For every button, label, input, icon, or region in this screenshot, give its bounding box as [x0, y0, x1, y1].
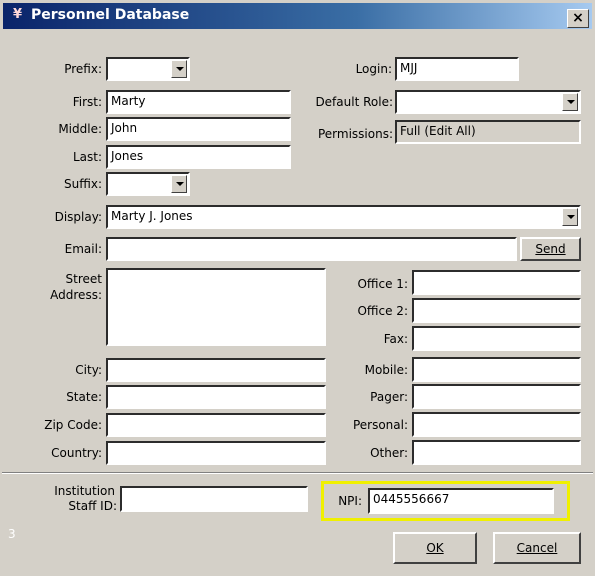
login-field[interactable]: MJJ [395, 57, 519, 81]
last-label: Last: [72, 150, 102, 164]
first-name-field[interactable]: Marty [106, 90, 291, 114]
display-value: Marty J. Jones [111, 209, 193, 223]
zip-label: Zip Code: [44, 418, 102, 432]
state-field[interactable] [106, 385, 326, 409]
display-dropdown-icon[interactable] [562, 208, 578, 226]
login-label: Login: [355, 62, 392, 76]
institution-label-line1: Institution [54, 484, 115, 498]
country-label: Country: [51, 446, 102, 460]
pager-field[interactable] [412, 384, 581, 409]
display-name-select[interactable]: Marty J. Jones [106, 205, 581, 229]
street-label-line1: Street [65, 272, 102, 286]
email-field[interactable] [106, 237, 517, 261]
ok-button[interactable]: OK [393, 532, 477, 564]
fax-field[interactable] [412, 326, 581, 351]
default-role-label: Default Role: [315, 95, 393, 109]
street-label-line2: Address: [50, 288, 102, 302]
record-index: 3 [8, 527, 16, 541]
state-label: State: [66, 390, 102, 404]
permissions-label: Permissions: [317, 127, 393, 141]
ok-label: OK [426, 541, 444, 555]
staff-id-field[interactable] [120, 486, 308, 512]
cancel-button[interactable]: Cancel [493, 532, 581, 564]
close-button[interactable]: × [567, 9, 589, 28]
form-area: Prefix: First: Marty Middle: John Last: … [0, 32, 595, 576]
title-bar[interactable]: ¥ Personnel Database × [3, 3, 592, 29]
permissions-field: Full (Edit All) [395, 120, 581, 144]
suffix-dropdown-icon[interactable] [171, 175, 187, 193]
office1-field[interactable] [412, 270, 581, 295]
personnel-dialog: ¥ Personnel Database × Prefix: First: Ma… [0, 0, 595, 576]
city-label: City: [75, 363, 102, 377]
other-field[interactable] [412, 440, 581, 465]
prefix-select[interactable] [106, 57, 190, 81]
middle-name-field[interactable]: John [106, 117, 291, 141]
prefix-dropdown-icon[interactable] [171, 60, 187, 78]
suffix-label: Suffix: [64, 177, 102, 191]
office2-field[interactable] [412, 298, 581, 323]
send-button[interactable]: Send [520, 237, 581, 261]
display-label: Display: [54, 210, 102, 224]
country-field[interactable] [106, 441, 326, 465]
street-address-field[interactable] [106, 268, 326, 346]
npi-label: NPI: [338, 494, 362, 508]
default-role-dropdown-icon[interactable] [562, 93, 578, 111]
first-label: First: [72, 95, 102, 109]
mobile-label: Mobile: [364, 363, 408, 377]
pager-label: Pager: [370, 390, 408, 404]
default-role-select[interactable] [395, 90, 581, 114]
mobile-field[interactable] [412, 357, 581, 382]
institution-label-line2: Staff ID: [68, 499, 117, 513]
office2-label: Office 2: [357, 304, 408, 318]
middle-label: Middle: [58, 122, 102, 136]
last-name-field[interactable]: Jones [106, 145, 291, 169]
fax-label: Fax: [383, 332, 408, 346]
prefix-label: Prefix: [64, 62, 102, 76]
app-icon: ¥ [13, 7, 23, 22]
send-label: Send [535, 242, 566, 256]
zip-field[interactable] [106, 413, 326, 437]
office1-label: Office 1: [357, 277, 408, 291]
section-divider [2, 472, 593, 474]
window-title: Personnel Database [31, 7, 190, 23]
personal-field[interactable] [412, 412, 581, 437]
city-field[interactable] [106, 358, 326, 382]
email-label: Email: [64, 242, 102, 256]
personal-label: Personal: [352, 418, 408, 432]
other-label: Other: [370, 446, 408, 460]
close-icon: × [572, 10, 584, 26]
cancel-label: Cancel [516, 541, 558, 555]
npi-field[interactable]: 0445556667 [368, 488, 554, 514]
suffix-select[interactable] [106, 172, 190, 196]
